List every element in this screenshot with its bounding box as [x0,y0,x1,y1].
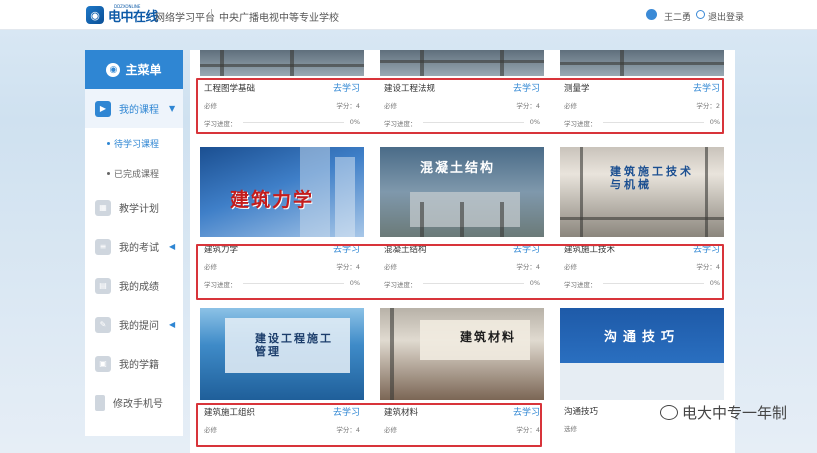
wechat-icon [660,405,678,420]
chevron-down-icon: ▼ [169,104,176,113]
thumbnail-title: 建筑力学 [230,189,315,211]
score-icon: ▤ [95,277,111,294]
course-thumbnail[interactable]: 建筑材料 [380,308,544,400]
exam-icon: ≡ [95,238,111,255]
sidebar-item-my-courses[interactable]: ▶ 我的课程 ▼ [85,89,183,128]
course-thumbnail[interactable]: 建设工程施工管理 [200,308,364,400]
thumbnail-title: 建筑材料 [460,330,517,344]
sidebar-item-label: 我的学籍 [119,360,159,371]
logo-subtext: DDZXONLINE [114,4,141,9]
bullet-icon [107,171,110,175]
sidebar-item-my-questions[interactable]: ✎ 我的提问 ◀ [85,305,183,344]
sidebar-item-my-exams[interactable]: ≡ 我的考试 ◀ [85,227,183,266]
chevron-left-icon: ◀ [169,320,176,329]
course-thumbnail[interactable] [200,50,364,76]
highlight-box [196,78,724,134]
chevron-left-icon: ◀ [169,242,176,251]
phone-icon [95,394,105,411]
header-divider [211,9,212,20]
play-icon: ▶ [95,100,111,117]
thumbnail-title: 建设工程施工管理 [255,332,333,358]
question-icon: ✎ [95,316,111,333]
calendar-icon: ▦ [95,199,111,216]
bullet-icon [107,141,110,145]
user-avatar-icon[interactable] [646,9,657,20]
sidebar-item-teaching-plan[interactable]: ▦ 教学计划 [85,188,183,227]
platform-name: 网络学习平台 [155,13,215,24]
username[interactable]: 王二勇 [664,10,691,23]
thumbnail-title: 沟通技巧 [604,330,681,345]
sidebar-item-label: 我的课程 [119,105,159,116]
sidebar-subitem-label: 待学习课程 [114,139,160,150]
course-thumbnail[interactable] [560,50,724,76]
sidebar-item-label: 修改手机号 [113,399,163,410]
logout-icon[interactable] [696,10,705,19]
sidebar-item-my-status[interactable]: ▣ 我的学籍 [85,344,183,383]
sidebar-item-label: 我的考试 [119,243,159,254]
course-name: 沟通技巧 [564,407,599,417]
course-thumbnail[interactable] [380,50,544,76]
watermark: 电大中专一年制 [660,402,787,423]
sidebar-subitem-label: 已完成课程 [114,169,160,180]
sidebar-item-my-scores[interactable]: ▤ 我的成绩 [85,266,183,305]
main-menu-title: 主菜单 [125,63,162,77]
course-thumbnail[interactable]: 沟通技巧 [560,308,724,400]
watermark-text: 电大中专一年制 [682,404,788,422]
course-thumbnail[interactable]: 建筑力学 [200,147,364,237]
sidebar-subitem-pending-courses[interactable]: 待学习课程 [85,128,183,158]
course-grid: 工程图学基础 去学习 必修 学分：4 学习进度： 0% 建设工程法规 去学习 必… [190,50,735,453]
sidebar-item-change-phone[interactable]: 修改手机号 [85,383,183,422]
highlight-box [196,403,542,447]
sidebar-subitem-completed-courses[interactable]: 已完成课程 [85,158,183,188]
highlight-box [196,244,724,300]
sidebar: ◉ 主菜单 ▶ 我的课程 ▼ 待学习课程 已完成课程 ▦ 教学计划 ≡ 我的考试… [85,50,183,436]
logout-link[interactable]: 退出登录 [708,10,744,23]
course-thumbnail[interactable]: 混凝土结构 [380,147,544,237]
thumbnail-title: 混凝土结构 [420,161,496,176]
menu-logo-icon: ◉ [106,62,121,77]
course-thumbnail[interactable]: 建筑施工技术与机械 [560,147,724,237]
sidebar-item-label: 我的成绩 [119,282,159,293]
thumbnail-title: 建筑施工技术与机械 [610,165,694,191]
top-header: ◉ 电中在线 DDZXONLINE 网络学习平台 中央广播电视中等专业学校 王二… [0,0,817,30]
logo-icon: ◉ [86,6,104,24]
main-menu-header: ◉ 主菜单 [85,50,183,89]
sidebar-item-label: 我的提问 [119,321,159,332]
sidebar-item-label: 教学计划 [119,204,159,215]
profile-icon: ▣ [95,355,111,372]
course-type: 选修 [564,425,577,433]
school-name: 中央广播电视中等专业学校 [219,13,339,24]
